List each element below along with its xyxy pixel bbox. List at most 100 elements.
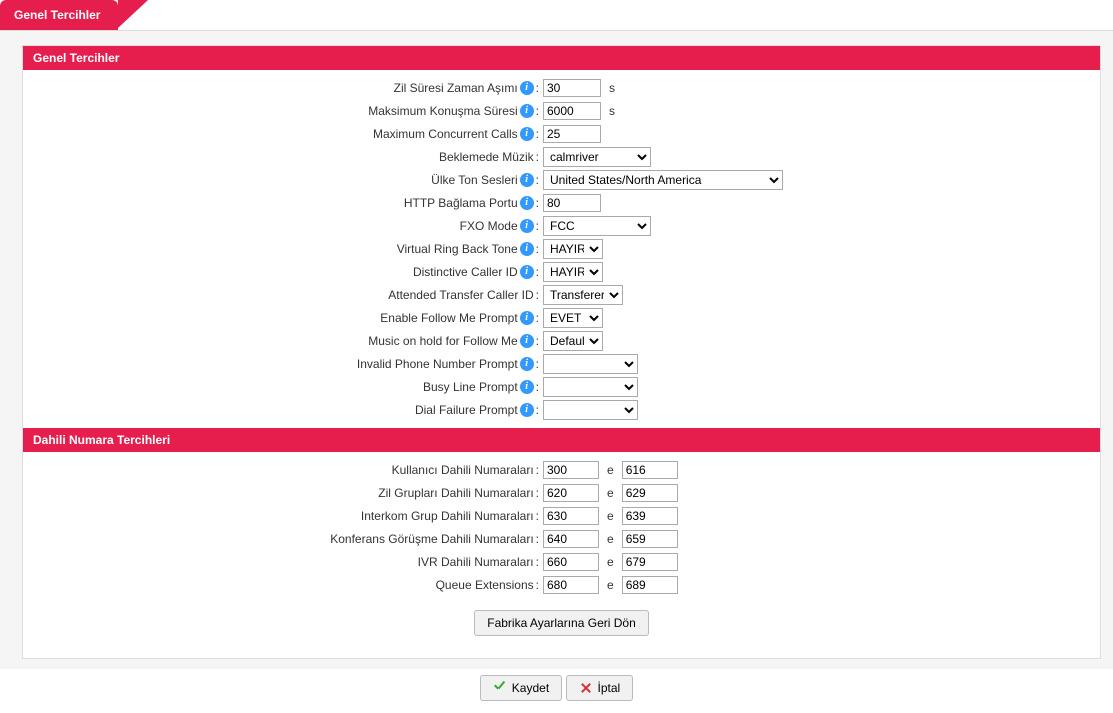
select-virtual-ringback[interactable]: HAYIR <box>543 239 603 259</box>
input-queue-ext-to[interactable] <box>622 576 678 594</box>
label-busy-line-prompt: Busy Line Prompt <box>423 380 518 394</box>
input-http-port[interactable] <box>543 194 601 212</box>
row-ring-group-extensions: Zil Grupları Dahili Numaraları : e <box>33 482 1090 504</box>
label-virtual-ringback: Virtual Ring Back Tone <box>397 242 518 256</box>
input-ring-group-ext-to[interactable] <box>622 484 678 502</box>
input-queue-ext-from[interactable] <box>543 576 599 594</box>
row-busy-line-prompt: Busy Line Prompt i : <box>33 376 1090 398</box>
header-divider <box>0 30 1113 31</box>
select-follow-me-moh[interactable]: Default <box>543 331 603 351</box>
info-icon[interactable]: i <box>520 173 534 187</box>
unit-seconds: s <box>605 81 615 95</box>
close-icon <box>579 681 593 695</box>
input-ring-timeout[interactable] <box>543 79 601 97</box>
label-queue-extensions: Queue Extensions <box>436 578 534 592</box>
info-icon[interactable]: i <box>520 104 534 118</box>
range-separator: e <box>603 578 618 592</box>
row-dial-failure-prompt: Dial Failure Prompt i : <box>33 399 1090 421</box>
main-panel: Genel Tercihler Zil Süresi Zaman Aşımı i… <box>22 45 1101 659</box>
info-icon[interactable]: i <box>520 265 534 279</box>
select-distinctive-caller-id[interactable]: HAYIR <box>543 262 603 282</box>
factory-defaults-button[interactable]: Fabrika Ayarlarına Geri Dön <box>474 610 649 636</box>
row-ring-timeout: Zil Süresi Zaman Aşımı i : s <box>33 77 1090 99</box>
select-attended-transfer-cid[interactable]: Transferer <box>543 285 623 305</box>
info-icon[interactable]: i <box>520 196 534 210</box>
info-icon[interactable]: i <box>520 127 534 141</box>
input-ivr-ext-to[interactable] <box>622 553 678 571</box>
input-ring-group-ext-from[interactable] <box>543 484 599 502</box>
select-follow-me-prompt[interactable]: EVET <box>543 308 603 328</box>
info-icon[interactable]: i <box>520 81 534 95</box>
select-music-on-hold[interactable]: calmriver <box>543 147 651 167</box>
label-ring-timeout: Zil Süresi Zaman Aşımı <box>394 81 518 95</box>
label-intercom-group-extensions: Interkom Grup Dahili Numaraları <box>361 509 534 523</box>
input-user-ext-to[interactable] <box>622 461 678 479</box>
input-max-call-duration[interactable] <box>543 102 601 120</box>
row-max-concurrent-calls: Maximum Concurrent Calls i : <box>33 123 1090 145</box>
check-icon <box>493 681 507 695</box>
info-icon[interactable]: i <box>520 357 534 371</box>
info-icon[interactable]: i <box>520 311 534 325</box>
label-ivr-extensions: IVR Dahili Numaraları <box>418 555 534 569</box>
label-distinctive-caller-id: Distinctive Caller ID <box>413 265 518 279</box>
input-max-concurrent-calls[interactable] <box>543 125 601 143</box>
select-invalid-number-prompt[interactable] <box>543 354 638 374</box>
row-attended-transfer-cid: Attended Transfer Caller ID : Transferer <box>33 284 1090 306</box>
label-http-port: HTTP Bağlama Portu <box>404 196 518 210</box>
row-queue-extensions: Queue Extensions : e <box>33 574 1090 596</box>
row-follow-me-prompt: Enable Follow Me Prompt i : EVET <box>33 307 1090 329</box>
row-http-port: HTTP Bağlama Portu i : <box>33 192 1090 214</box>
row-user-extensions: Kullanıcı Dahili Numaraları : e <box>33 459 1090 481</box>
save-button[interactable]: Kaydet <box>480 675 562 701</box>
label-attended-transfer-cid: Attended Transfer Caller ID <box>388 288 533 302</box>
select-dial-failure-prompt[interactable] <box>543 400 638 420</box>
info-icon[interactable]: i <box>520 334 534 348</box>
input-intercom-ext-to[interactable] <box>622 507 678 525</box>
input-conference-ext-from[interactable] <box>543 530 599 548</box>
cancel-button[interactable]: İptal <box>566 675 634 701</box>
select-busy-line-prompt[interactable] <box>543 377 638 397</box>
row-country-tones: Ülke Ton Sesleri i : United States/North… <box>33 169 1090 191</box>
label-dial-failure-prompt: Dial Failure Prompt <box>415 403 518 417</box>
unit-seconds: s <box>605 104 615 118</box>
input-ivr-ext-from[interactable] <box>543 553 599 571</box>
row-distinctive-caller-id: Distinctive Caller ID i : HAYIR <box>33 261 1090 283</box>
section-title-extensions: Dahili Numara Tercihleri <box>33 433 170 447</box>
label-ring-group-extensions: Zil Grupları Dahili Numaraları <box>378 486 533 500</box>
info-icon[interactable]: i <box>520 403 534 417</box>
label-fxo-mode: FXO Mode <box>460 219 518 233</box>
action-bar: Kaydet İptal <box>0 669 1113 713</box>
section-header-general: Genel Tercihler <box>23 46 1100 70</box>
select-fxo-mode[interactable]: FCC <box>543 216 651 236</box>
save-label: Kaydet <box>512 681 549 695</box>
row-follow-me-moh: Music on hold for Follow Me i : Default <box>33 330 1090 352</box>
section-body-extensions: Kullanıcı Dahili Numaraları : e Zil Grup… <box>23 452 1100 642</box>
row-ivr-extensions: IVR Dahili Numaraları : e <box>33 551 1090 573</box>
label-conference-extensions: Konferans Görüşme Dahili Numaraları <box>330 532 533 546</box>
range-separator: e <box>603 486 618 500</box>
input-user-ext-from[interactable] <box>543 461 599 479</box>
cancel-label: İptal <box>598 681 621 695</box>
row-max-call-duration: Maksimum Konuşma Süresi i : s <box>33 100 1090 122</box>
factory-defaults-label: Fabrika Ayarlarına Geri Dön <box>487 616 636 630</box>
info-icon[interactable]: i <box>520 219 534 233</box>
label-invalid-number-prompt: Invalid Phone Number Prompt <box>357 357 518 371</box>
label-follow-me-prompt: Enable Follow Me Prompt <box>380 311 517 325</box>
row-invalid-number-prompt: Invalid Phone Number Prompt i : <box>33 353 1090 375</box>
range-separator: e <box>603 555 618 569</box>
label-follow-me-moh: Music on hold for Follow Me <box>368 334 517 348</box>
range-separator: e <box>603 509 618 523</box>
info-icon[interactable]: i <box>520 380 534 394</box>
page-header: Genel Tercihler <box>0 0 1113 30</box>
section-header-extensions: Dahili Numara Tercihleri <box>23 428 1100 452</box>
select-country-tones[interactable]: United States/North America <box>543 170 783 190</box>
label-music-on-hold: Beklemede Müzik <box>439 150 534 164</box>
input-conference-ext-to[interactable] <box>622 530 678 548</box>
row-music-on-hold: Beklemede Müzik : calmriver <box>33 146 1090 168</box>
info-icon[interactable]: i <box>520 242 534 256</box>
label-user-extensions: Kullanıcı Dahili Numaraları <box>392 463 534 477</box>
input-intercom-ext-from[interactable] <box>543 507 599 525</box>
label-max-concurrent-calls: Maximum Concurrent Calls <box>373 127 518 141</box>
row-virtual-ringback: Virtual Ring Back Tone i : HAYIR <box>33 238 1090 260</box>
range-separator: e <box>603 532 618 546</box>
